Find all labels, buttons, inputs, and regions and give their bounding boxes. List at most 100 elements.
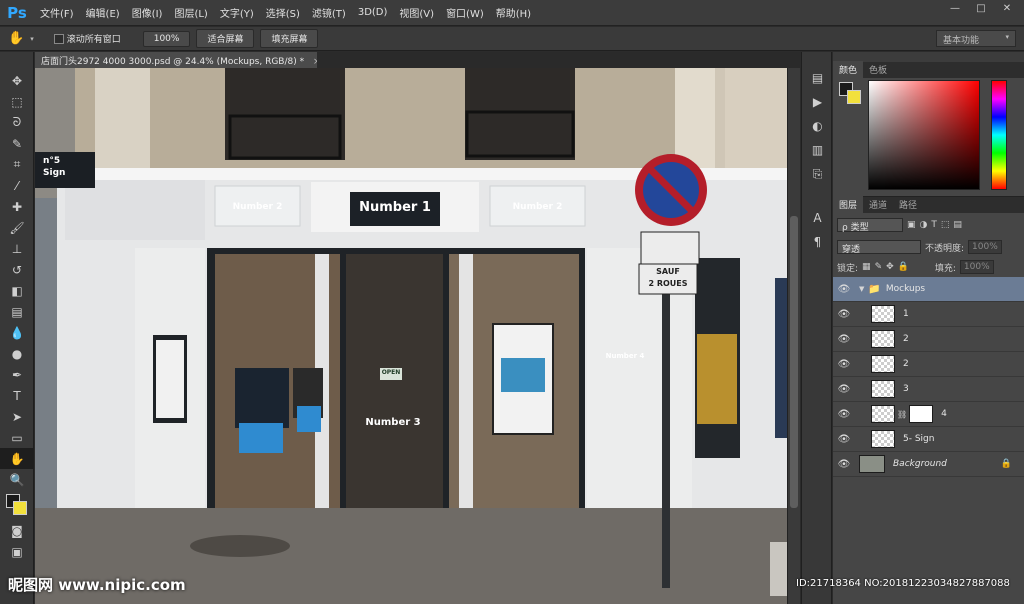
marquee-tool-icon[interactable]: ⬚	[0, 91, 34, 112]
menu-file[interactable]: 文件(F)	[34, 5, 80, 20]
eyedropper-tool-icon[interactable]: ⁄	[0, 175, 34, 196]
menu-help[interactable]: 帮助(H)	[490, 5, 537, 20]
type-tool-icon[interactable]: T	[0, 385, 34, 406]
color-panel-tabs: 颜色 色板	[833, 61, 1024, 78]
visibility-eye-icon[interactable]: 👁	[833, 409, 855, 420]
lock-all-icon[interactable]: 🔒	[898, 262, 909, 272]
properties-icon[interactable]: ▥	[802, 138, 833, 162]
tab-paths[interactable]: 路径	[893, 196, 923, 213]
close-button[interactable]: ✕	[996, 2, 1018, 16]
menu-layer[interactable]: 图层(L)	[168, 5, 213, 20]
filter-type-icon[interactable]: T	[931, 220, 937, 230]
document-canvas[interactable]: Number 1 Number 2 Number 2 Number 3 Numb…	[35, 68, 787, 604]
hue-slider[interactable]	[991, 80, 1007, 190]
layer-kind-filter[interactable]: ρ 类型	[837, 218, 903, 233]
layer-row[interactable]: 👁 5- Sign	[833, 427, 1024, 452]
menu-image[interactable]: 图像(I)	[126, 5, 169, 20]
maximize-button[interactable]: □	[970, 2, 992, 16]
layer-row-background[interactable]: 👁 Background 🔒	[833, 452, 1024, 477]
pen-tool-icon[interactable]: ✒	[0, 364, 34, 385]
adjustments-icon[interactable]: ◐	[802, 114, 833, 138]
history-panel-icon[interactable]: ▤	[802, 66, 833, 90]
healing-brush-tool-icon[interactable]: ✚	[0, 196, 34, 217]
clone-stamp-tool-icon[interactable]: ⊥	[0, 238, 34, 259]
filter-pixel-icon[interactable]: ▣	[907, 220, 916, 230]
eraser-tool-icon[interactable]: ◧	[0, 280, 34, 301]
layer-row[interactable]: 👁 2	[833, 327, 1024, 352]
visibility-eye-icon[interactable]: 👁	[833, 459, 855, 470]
opacity-input[interactable]: 100%	[968, 240, 1003, 254]
menu-edit[interactable]: 编辑(E)	[80, 5, 126, 20]
background-color-swatch[interactable]	[13, 501, 27, 515]
hand-tool-icon[interactable]: ✋	[8, 31, 24, 46]
canvas-vertical-scrollbar[interactable]	[787, 68, 800, 604]
actions-play-icon[interactable]: ▶	[802, 90, 833, 114]
gradient-tool-icon[interactable]: ▤	[0, 301, 34, 322]
lock-transparency-icon[interactable]: ▦	[862, 262, 871, 272]
menu-window[interactable]: 窗口(W)	[440, 5, 490, 20]
fill-input[interactable]: 100%	[959, 260, 994, 274]
layer-row[interactable]: 👁 2	[833, 352, 1024, 377]
crop-tool-icon[interactable]: ⌗	[0, 154, 34, 175]
towing-plate	[640, 231, 700, 265]
blend-mode-select[interactable]: 穿透	[837, 240, 921, 255]
minimize-button[interactable]: —	[944, 2, 966, 16]
fill-screen-button[interactable]: 填充屏幕	[260, 29, 319, 48]
hand-tool-icon[interactable]: ✋	[0, 448, 34, 469]
blur-tool-icon[interactable]: 💧	[0, 322, 34, 343]
filter-smart-object-icon[interactable]: ▤	[953, 220, 962, 230]
tab-channels[interactable]: 通道	[863, 196, 893, 213]
move-tool-icon[interactable]: ✥	[0, 70, 34, 91]
group-expand-icon[interactable]: ▼	[859, 285, 864, 293]
layer-row[interactable]: 👁 3	[833, 377, 1024, 402]
visibility-eye-icon[interactable]: 👁	[833, 309, 855, 320]
path-select-tool-icon[interactable]: ➤	[0, 406, 34, 427]
document-tab[interactable]: 店面门头2972 4000 3000.psd @ 24.4% (Mockups,…	[35, 52, 317, 68]
tab-layers[interactable]: 图层	[833, 196, 864, 213]
workspace-select[interactable]: 基本功能 ▾	[936, 30, 1016, 47]
close-tab-icon[interactable]: ×	[313, 57, 317, 67]
visibility-eye-icon[interactable]: 👁	[833, 434, 855, 445]
screen-mode-icon[interactable]: ▣	[0, 541, 34, 562]
fit-screen-button[interactable]: 适合屏幕	[196, 29, 255, 48]
visibility-eye-icon[interactable]: 👁	[833, 359, 855, 370]
brush-tool-icon[interactable]: 🖌	[0, 217, 34, 238]
filter-adjustment-icon[interactable]: ◑	[920, 220, 928, 230]
mask-link-icon[interactable]: ⛓	[897, 410, 907, 419]
lock-position-icon[interactable]: ✥	[886, 262, 894, 272]
zoom-100-button[interactable]: 100%	[142, 30, 191, 47]
layer-row[interactable]: 👁 1	[833, 302, 1024, 327]
tab-color[interactable]: 颜色	[833, 61, 864, 78]
visibility-eye-icon[interactable]: 👁	[833, 334, 855, 345]
color-picker-field[interactable]	[868, 80, 980, 190]
lasso-tool-icon[interactable]: ᘐ	[0, 112, 34, 133]
layer-row-with-mask[interactable]: 👁 ⛓ 4	[833, 402, 1024, 427]
scroll-all-windows-checkbox[interactable]: 滚动所有窗口	[53, 32, 121, 45]
quick-mask-icon[interactable]: ◙	[0, 520, 34, 541]
menu-3d[interactable]: 3D(D)	[352, 7, 394, 18]
menu-filter[interactable]: 滤镜(T)	[306, 5, 352, 20]
zoom-tool-icon[interactable]: 🔍	[0, 469, 34, 490]
checkbox-box[interactable]	[53, 34, 64, 44]
scrollbar-thumb[interactable]	[790, 216, 798, 508]
color-swatches[interactable]	[0, 490, 34, 520]
layer-mask-thumbnail[interactable]	[909, 405, 934, 423]
filter-shape-icon[interactable]: ⬚	[941, 220, 950, 230]
visibility-eye-icon[interactable]: 👁	[833, 284, 855, 295]
layer-row-group[interactable]: 👁 ▼ 📁 Mockups	[833, 277, 1024, 302]
dodge-tool-icon[interactable]: ●	[0, 343, 34, 364]
lock-pixels-icon[interactable]: ✎	[875, 262, 883, 272]
visibility-eye-icon[interactable]: 👁	[833, 384, 855, 395]
history-brush-tool-icon[interactable]: ↺	[0, 259, 34, 280]
menu-type[interactable]: 文字(Y)	[214, 5, 260, 20]
tab-swatches[interactable]: 色板	[863, 61, 893, 78]
character-panel-icon[interactable]: A	[802, 206, 833, 230]
quick-select-tool-icon[interactable]: ✎	[0, 133, 34, 154]
rectangle-tool-icon[interactable]: ▭	[0, 427, 34, 448]
menu-view[interactable]: 视图(V)	[393, 5, 440, 20]
menu-select[interactable]: 选择(S)	[260, 5, 306, 20]
tool-preset-dropdown[interactable]: ▾	[30, 35, 34, 43]
paragraph-panel-icon[interactable]: ¶	[802, 230, 833, 254]
color-panel-background-swatch[interactable]	[847, 90, 861, 104]
clone-source-icon[interactable]: ⎘	[802, 162, 833, 186]
